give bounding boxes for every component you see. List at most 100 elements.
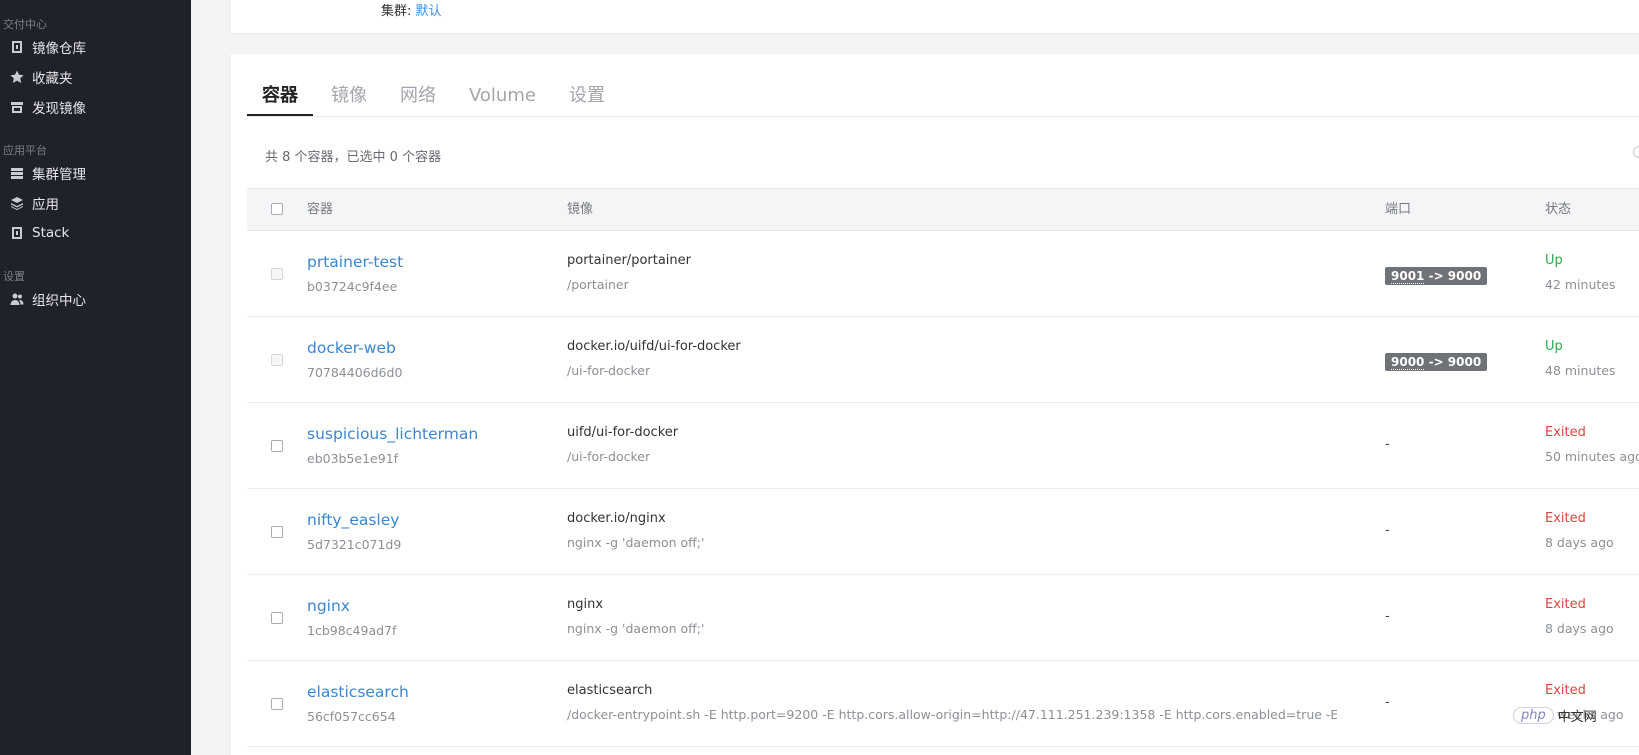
container-id: eb03b5e1e91f <box>307 451 399 466</box>
cluster-info: 集群: 默认 <box>381 0 442 19</box>
php-logo: php <box>1513 707 1554 724</box>
cluster-link[interactable]: 默认 <box>416 4 442 19</box>
cluster-label: 集群: <box>381 4 412 19</box>
watermark-text: 中文网 <box>1557 710 1597 725</box>
port-mapping-badge: 9000 -> 9000 <box>1385 353 1488 371</box>
status-badge: Exited <box>1545 425 1586 440</box>
container-name-link[interactable]: nginx <box>307 597 350 615</box>
container-command: nginx -g 'daemon off;' <box>567 535 705 550</box>
sidebar-item-label: Stack <box>32 225 70 241</box>
container-name-link[interactable]: suspicious_lichterman <box>307 425 478 443</box>
sidebar-section-settings: 设置 <box>3 270 25 283</box>
tab-bar: 容器 镜像 网络 Volume 设置 <box>247 76 623 116</box>
tab-images[interactable]: 镜像 <box>316 76 382 116</box>
containers-panel: 容器 镜像 网络 Volume 设置 共 8 个容器，已选中 0 个容器 容器 … <box>231 54 1639 755</box>
column-header-image: 镜像 <box>567 202 594 217</box>
container-id: 70784406d6d0 <box>307 365 403 380</box>
container-id: 56cf057cc654 <box>307 709 396 724</box>
container-command: /docker-entrypoint.sh -E http.port=9200 … <box>567 707 1337 722</box>
port-empty: - <box>1385 437 1390 452</box>
container-command: /portainer <box>567 277 629 292</box>
row-checkbox[interactable] <box>271 440 283 452</box>
column-header-port: 端口 <box>1385 202 1412 217</box>
tab-settings[interactable]: 设置 <box>554 76 620 116</box>
status-badge: Exited <box>1545 683 1586 698</box>
container-command: nginx -g 'daemon off;' <box>567 621 705 636</box>
container-name-link[interactable]: elasticsearch <box>307 683 409 701</box>
sidebar-item-favorites[interactable]: 收藏夹 <box>10 66 73 88</box>
table-row: elasticsearch 56cf057cc654 elasticsearch… <box>247 661 1639 747</box>
layers-icon <box>10 196 24 210</box>
star-icon <box>10 70 24 84</box>
status-duration: 50 minutes ago <box>1545 449 1639 464</box>
port-empty: - <box>1385 523 1390 538</box>
sidebar-section-delivery: 交付中心 <box>3 18 47 31</box>
store-icon <box>10 100 24 114</box>
registry-icon <box>10 40 24 54</box>
container-command: /ui-for-docker <box>567 363 651 378</box>
port-public: 9001 <box>1391 269 1425 284</box>
image-name: docker.io/uifd/ui-for-docker <box>567 339 741 354</box>
sidebar-item-org[interactable]: 组织中心 <box>10 288 86 310</box>
table-row: nginx 1cb98c49ad7f nginx nginx -g 'daemo… <box>247 575 1639 661</box>
sidebar-item-label: 发现镜像 <box>32 101 86 117</box>
row-checkbox[interactable] <box>271 612 283 624</box>
tab-divider <box>247 116 1639 117</box>
port-private: 9000 <box>1447 355 1482 369</box>
container-id: 1cb98c49ad7f <box>307 623 397 638</box>
port-empty: - <box>1385 609 1390 624</box>
status-badge: Up <box>1545 253 1563 268</box>
php-watermark: php 中文网 <box>1513 706 1597 725</box>
container-name-link[interactable]: nifty_easley <box>307 511 399 529</box>
selection-summary: 共 8 个容器，已选中 0 个容器 <box>265 150 442 165</box>
stack-icon <box>10 226 24 240</box>
port-mapping-badge: 9001 -> 9000 <box>1385 267 1488 285</box>
container-command: /ui-for-docker <box>567 449 651 464</box>
containers-table: 容器 镜像 端口 状态 prtainer-test b03724c9f4ee p… <box>247 188 1639 747</box>
status-badge: Up <box>1545 339 1563 354</box>
column-header-container: 容器 <box>307 202 334 217</box>
users-icon <box>10 292 24 306</box>
row-checkbox[interactable] <box>271 526 283 538</box>
container-name-link[interactable]: prtainer-test <box>307 253 403 271</box>
sidebar-item-label: 集群管理 <box>32 167 86 183</box>
row-checkbox[interactable] <box>271 698 283 710</box>
tab-networks[interactable]: 网络 <box>385 76 451 116</box>
sidebar-item-registry[interactable]: 镜像仓库 <box>10 36 86 58</box>
container-id: b03724c9f4ee <box>307 279 398 294</box>
status-duration: 42 minutes <box>1545 277 1616 292</box>
table-row: docker-web 70784406d6d0 docker.io/uifd/u… <box>247 317 1639 403</box>
sidebar-section-platform: 应用平台 <box>3 144 47 157</box>
row-checkbox[interactable] <box>271 354 283 366</box>
status-duration: 48 minutes <box>1545 363 1616 378</box>
tab-containers[interactable]: 容器 <box>247 76 313 116</box>
table-row: suspicious_lichterman eb03b5e1e91f uifd/… <box>247 403 1639 489</box>
sidebar-item-apps[interactable]: 应用 <box>10 192 59 214</box>
sidebar-item-label: 组织中心 <box>32 293 86 309</box>
sidebar-item-label: 收藏夹 <box>32 71 73 87</box>
server-icon <box>10 166 24 180</box>
port-private: 9000 <box>1447 269 1482 283</box>
sidebar-item-cluster[interactable]: 集群管理 <box>10 162 86 184</box>
image-name: docker.io/nginx <box>567 511 666 526</box>
row-checkbox[interactable] <box>271 268 283 280</box>
image-name: nginx <box>567 597 604 612</box>
table-row: prtainer-test b03724c9f4ee portainer/por… <box>247 231 1639 317</box>
sidebar-item-label: 镜像仓库 <box>32 41 86 57</box>
status-badge: Exited <box>1545 597 1586 612</box>
sidebar: 交付中心 镜像仓库 收藏夹 发现镜像 应用平台 集群管理 应用 Stack 设置… <box>0 0 191 755</box>
tab-volume[interactable]: Volume <box>454 76 551 116</box>
port-public: 9000 <box>1391 355 1425 370</box>
container-id: 5d7321c071d9 <box>307 537 402 552</box>
status-duration: 8 days ago <box>1545 621 1614 636</box>
image-name: portainer/portainer <box>567 253 691 268</box>
select-all-checkbox[interactable] <box>271 203 283 215</box>
sidebar-item-stack[interactable]: Stack <box>10 222 69 244</box>
port-empty: - <box>1385 695 1390 710</box>
sidebar-item-discover[interactable]: 发现镜像 <box>10 96 86 118</box>
image-name: elasticsearch <box>567 683 653 698</box>
cluster-info-panel: 集群: 默认 <box>231 0 1639 34</box>
image-name: uifd/ui-for-docker <box>567 425 679 440</box>
container-name-link[interactable]: docker-web <box>307 339 396 357</box>
column-header-status: 状态 <box>1545 202 1572 217</box>
